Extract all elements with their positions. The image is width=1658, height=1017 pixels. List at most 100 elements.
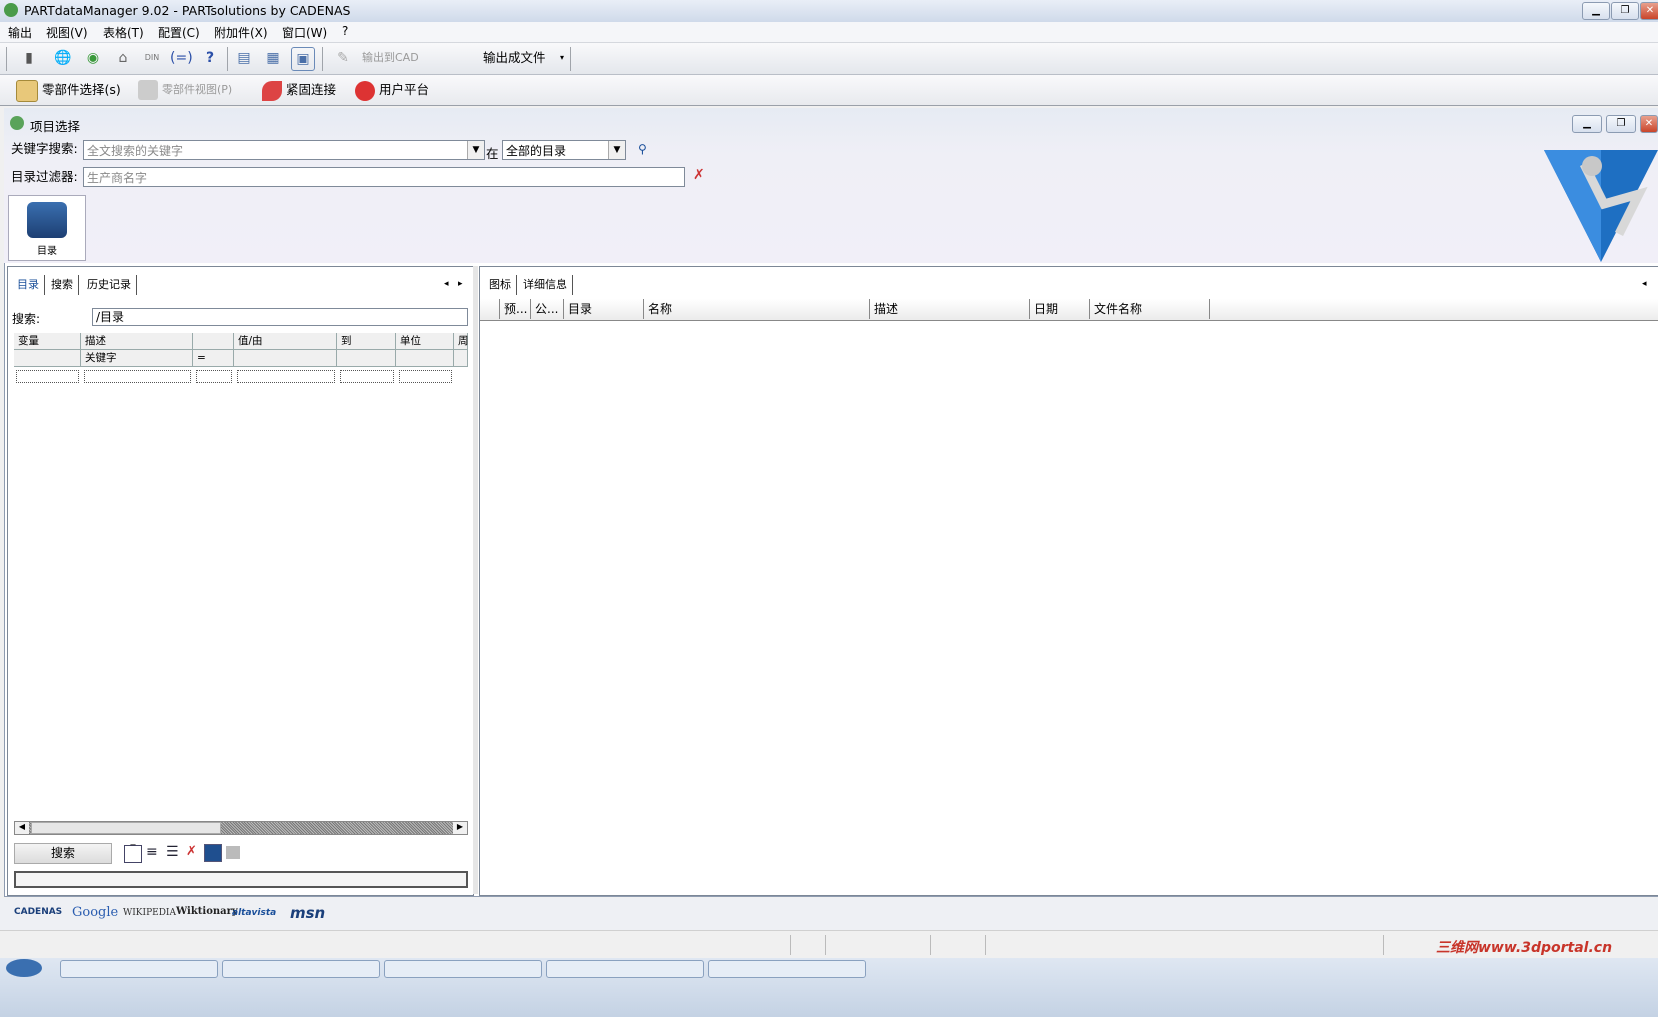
part-select-button[interactable]: 零部件选择(s): [16, 79, 121, 102]
toolbar-separator: [322, 47, 323, 71]
single-line-icon[interactable]: ‾: [124, 845, 142, 863]
part-view-button[interactable]: 零部件视图(P): [138, 79, 232, 101]
fastener-button[interactable]: 紧固连接: [262, 79, 336, 101]
status-divider: [985, 935, 986, 955]
column-catalog[interactable]: 目录: [564, 299, 644, 319]
grid-input-cell[interactable]: [340, 370, 394, 383]
documents-icon[interactable]: [226, 846, 240, 859]
pane-splitter[interactable]: [473, 266, 478, 894]
grid-input-cell[interactable]: [196, 370, 232, 383]
column-preview[interactable]: 预...: [500, 299, 531, 319]
taskbar-item[interactable]: [546, 960, 704, 978]
user-platform-label: 用户平台: [379, 82, 430, 97]
tabs-scroll-right-icon[interactable]: ▸: [458, 279, 463, 289]
cadenas-logo: [1544, 144, 1658, 262]
taskbar-item[interactable]: [708, 960, 866, 978]
globe-icon[interactable]: 🌐: [52, 47, 74, 69]
menu-addons[interactable]: 附加件(X): [214, 24, 268, 41]
tab-search[interactable]: 搜索: [46, 275, 79, 295]
grid-cell: [454, 350, 468, 367]
network-icon[interactable]: ⌂: [112, 47, 134, 69]
inner-close-button[interactable]: ✕: [1640, 115, 1658, 133]
column-description[interactable]: 描述: [870, 299, 1030, 319]
grid-cell: 关键字: [81, 350, 193, 367]
close-button[interactable]: ✕: [1640, 2, 1658, 20]
chevron-down-icon[interactable]: ▾: [560, 53, 564, 62]
catalog-select[interactable]: 全部的目录 ▼: [502, 140, 626, 160]
filter-input[interactable]: 生产商名字: [83, 167, 685, 187]
chevron-down-icon[interactable]: ▼: [467, 141, 484, 159]
column-selector[interactable]: [480, 299, 500, 319]
taskbar-item[interactable]: [384, 960, 542, 978]
status-divider: [825, 935, 826, 955]
cadenas-link[interactable]: CADENAS: [14, 907, 62, 917]
clear-icon[interactable]: ✗: [186, 844, 197, 859]
google-link[interactable]: Google: [72, 905, 118, 920]
grid-icon[interactable]: ▦: [262, 47, 284, 69]
tab-details[interactable]: 详细信息: [518, 275, 573, 295]
table-icon[interactable]: ▤: [233, 47, 255, 69]
horizontal-scrollbar[interactable]: ◀ ▶: [14, 821, 468, 835]
catalog-button[interactable]: 目录: [8, 195, 86, 261]
menu-table[interactable]: 表格(T): [103, 24, 144, 41]
image-view-icon[interactable]: ▣: [291, 47, 315, 71]
left-pane: 目录 搜索 历史记录 ◂ ▸ 搜索: /目录 变量 描述 值/由 到 单位 周 …: [7, 266, 474, 896]
grid-header: 周: [454, 333, 469, 350]
catalog-icon[interactable]: [204, 844, 222, 862]
help-icon[interactable]: ?: [199, 47, 221, 69]
start-button[interactable]: [6, 959, 42, 977]
din-icon[interactable]: DIN: [141, 47, 163, 69]
column-name[interactable]: 名称: [644, 299, 870, 319]
grid-input-cell[interactable]: [237, 370, 335, 383]
tabs-scroll-left-icon[interactable]: ◂: [1642, 279, 1647, 289]
search-icon[interactable]: ⚲: [638, 142, 647, 156]
grid-cell: =: [193, 350, 234, 367]
menu-window[interactable]: 窗口(W): [282, 24, 327, 41]
clear-filter-icon[interactable]: ✗: [693, 167, 705, 183]
filter-placeholder: 生产商名字: [87, 171, 148, 185]
grid-input-cell[interactable]: [399, 370, 452, 383]
menu-config[interactable]: 配置(C): [158, 24, 200, 41]
taskbar-item[interactable]: [60, 960, 218, 978]
minimize-button[interactable]: ▁: [1582, 2, 1610, 20]
wiktionary-link[interactable]: Wiktionary: [176, 906, 238, 917]
wikipedia-link[interactable]: WIKIPEDIA: [123, 908, 176, 918]
menu-output[interactable]: 输出: [8, 24, 32, 41]
menu-help[interactable]: ?: [342, 24, 348, 38]
taskbar-item[interactable]: [222, 960, 380, 978]
search-path-label: 搜索:: [12, 312, 41, 326]
grid-input-cell[interactable]: [84, 370, 191, 383]
tabs-scroll-left-icon[interactable]: ◂: [444, 279, 449, 289]
menu-view[interactable]: 视图(V): [46, 24, 88, 41]
column-filename[interactable]: 文件名称: [1090, 299, 1210, 319]
msn-link[interactable]: msn: [290, 904, 325, 922]
equals-icon[interactable]: (=): [170, 47, 193, 69]
indent-list-icon[interactable]: ☰: [166, 844, 179, 860]
maximize-button[interactable]: ❐: [1611, 2, 1639, 20]
tab-catalog[interactable]: 目录: [12, 275, 45, 295]
chevron-down-icon[interactable]: ▼: [608, 141, 625, 159]
scroll-thumb[interactable]: [31, 822, 221, 834]
inner-minimize-button[interactable]: ▁: [1572, 115, 1602, 133]
grid-input-cell[interactable]: [16, 370, 79, 383]
search-path-input[interactable]: /目录: [92, 308, 468, 326]
altavista-link[interactable]: altavista: [232, 908, 276, 918]
scroll-left-icon[interactable]: ◀: [15, 822, 29, 834]
scroll-right-icon[interactable]: ▶: [453, 822, 467, 834]
keyword-input[interactable]: 全文搜索的关键字 ▼: [83, 140, 485, 160]
column-company[interactable]: 公...: [531, 299, 564, 319]
grid-header: 单位: [396, 333, 454, 350]
device-icon[interactable]: ▮: [18, 47, 40, 69]
tab-history[interactable]: 历史记录: [82, 275, 137, 295]
status-divider: [930, 935, 931, 955]
column-date[interactable]: 日期: [1030, 299, 1090, 319]
list-icon[interactable]: ≡: [146, 844, 158, 860]
search-button[interactable]: 搜索: [14, 843, 112, 864]
globe-green-icon[interactable]: ◉: [82, 47, 104, 69]
inner-maximize-button[interactable]: ❐: [1606, 115, 1636, 133]
user-platform-button[interactable]: 用户平台: [355, 79, 429, 101]
output-file-button[interactable]: 输出成文件: [483, 47, 546, 69]
output-cad-button[interactable]: 输出到CAD: [362, 47, 419, 69]
catalog-button-label: 目录: [37, 246, 57, 257]
tab-icons[interactable]: 图标: [484, 275, 517, 295]
